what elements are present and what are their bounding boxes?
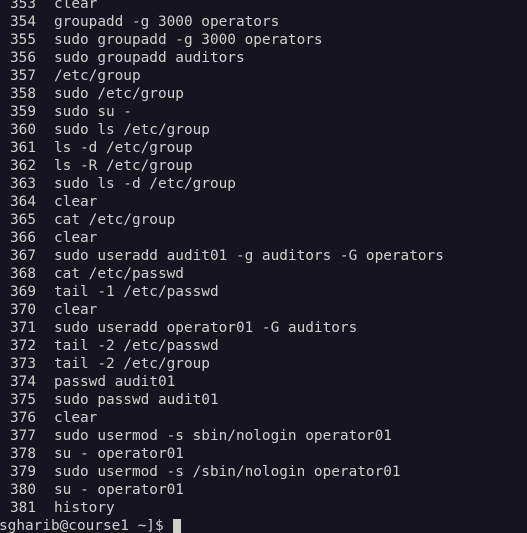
history-line: 368 cat /etc/passwd [0,265,444,283]
history-line: 363 sudo ls -d /etc/group [0,175,444,193]
history-line: 353 clear [0,0,444,13]
history-command: passwd audit01 [54,374,176,390]
history-command: sudo usermod -s sbin/nologin operator01 [54,428,392,444]
history-line-number: 374 [10,374,36,390]
history-line-number: 380 [10,482,36,498]
history-line-number: 355 [10,32,36,48]
history-command: ls -d /etc/group [54,140,193,156]
history-command: sudo su - [54,104,132,120]
history-line-number: 372 [10,338,36,354]
history-line: 359 sudo su - [0,103,444,121]
history-line: 355 sudo groupadd -g 3000 operators [0,31,444,49]
history-command: sudo useradd operator01 -G auditors [54,320,358,336]
history-line-number: 366 [10,230,36,246]
history-command: tail -2 /etc/group [54,356,210,372]
history-command: groupadd -g 3000 operators [54,14,280,30]
history-line: 357/etc/group [0,67,444,85]
history-command: sudo passwd audit01 [54,392,219,408]
history-line-number: 365 [10,212,36,228]
history-command: clear [54,0,98,12]
history-line-number: 368 [10,266,36,282]
history-line-number: 353 [10,0,36,12]
history-line-number: 356 [10,50,36,66]
history-line-number: 358 [10,86,36,102]
history-line: 377 sudo usermod -s sbin/nologin operator… [0,427,444,445]
history-line-number: 369 [10,284,36,300]
history-line: 373 tail -2 /etc/group [0,355,444,373]
history-line: 381 history [0,499,444,517]
history-line: 360 sudo ls /etc/group [0,121,444,139]
history-line: 376 clear [0,409,444,427]
history-command: su - operator01 [54,446,184,462]
history-output: 353 clear 354 groupadd -g 3000 operators 3… [0,0,444,517]
history-line-number: 377 [10,428,36,444]
history-command: /etc/group [54,68,141,84]
history-line: 378 su - operator01 [0,445,444,463]
history-command: sudo /etc/group [54,86,184,102]
history-line: 370 clear [0,301,444,319]
history-line: 365 cat /etc/group [0,211,444,229]
history-command: history [54,500,115,516]
history-line: 356 sudo groupadd auditors [0,49,444,67]
terminal-window[interactable]: 353 clear 354 groupadd -g 3000 operators 3… [0,0,527,533]
history-line-number: 363 [10,176,36,192]
history-line-number: 375 [10,392,36,408]
history-line-number: 359 [10,104,36,120]
history-line-number: 367 [10,248,36,264]
history-command: clear [54,302,98,318]
history-command: clear [54,194,98,210]
history-line-number: 360 [10,122,36,138]
history-command: ls -R /etc/group [54,158,193,174]
prompt-text: sgharib@course1 ~]$ [0,518,164,533]
history-command: sudo ls -d /etc/group [54,176,236,192]
history-line-number: 378 [10,446,36,462]
history-line: 371 sudo useradd operator01 -G auditors [0,319,444,337]
history-line: 372 tail -2 /etc/passwd [0,337,444,355]
history-line-number: 362 [10,158,36,174]
command-prompt[interactable]: sgharib@course1 ~]$ [0,517,181,533]
history-line: 361 ls -d /etc/group [0,139,444,157]
history-command: cat /etc/passwd [54,266,184,282]
history-command: clear [54,410,98,426]
history-line: 367 sudo useradd audit01 -g auditors -G o… [0,247,444,265]
history-line-number: 361 [10,140,36,156]
history-command: cat /etc/group [54,212,176,228]
history-command: tail -1 /etc/passwd [54,284,219,300]
history-line: 366 clear [0,229,444,247]
history-command: sudo groupadd -g 3000 operators [54,32,323,48]
history-command: sudo ls /etc/group [54,122,210,138]
history-command: sudo useradd audit01 -g auditors -G oper… [54,248,444,264]
history-line-number: 381 [10,500,36,516]
history-line-number: 364 [10,194,36,210]
history-line: 362 ls -R /etc/group [0,157,444,175]
history-command: clear [54,230,98,246]
history-command: su - operator01 [54,482,184,498]
history-command: sudo groupadd auditors [54,50,245,66]
history-line-number: 376 [10,410,36,426]
history-line: 374 passwd audit01 [0,373,444,391]
history-line: 380 su - operator01 [0,481,444,499]
text-cursor [172,518,181,533]
history-line-number: 357 [10,68,36,84]
history-command: tail -2 /etc/passwd [54,338,219,354]
history-line-number: 379 [10,464,36,480]
history-line-number: 373 [10,356,36,372]
history-line: 379 sudo usermod -s /sbin/nologin operato… [0,463,444,481]
history-line: 375 sudo passwd audit01 [0,391,444,409]
history-line: 358 sudo /etc/group [0,85,444,103]
history-line: 354 groupadd -g 3000 operators [0,13,444,31]
history-line-number: 370 [10,302,36,318]
history-line: 364 clear [0,193,444,211]
history-line-number: 354 [10,14,36,30]
history-line: 369 tail -1 /etc/passwd [0,283,444,301]
history-line-number: 371 [10,320,36,336]
history-command: sudo usermod -s /sbin/nologin operator01 [54,464,401,480]
